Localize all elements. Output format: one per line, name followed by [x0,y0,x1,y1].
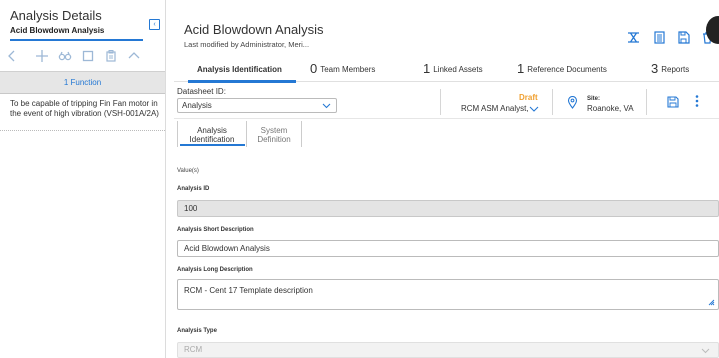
chevron-left-icon[interactable] [5,49,19,63]
save-as-icon[interactable] [677,31,690,44]
tab-team-members[interactable]: 0 Team Members [310,56,375,82]
location-pin-icon [567,95,578,109]
analysis-id-field[interactable]: 100 [177,200,719,217]
left-pane-subtitle: Acid Blowdown Analysis [10,26,105,35]
function-divider [0,130,165,131]
main-pane: Acid Blowdown Analysis Last modified by … [166,0,719,358]
binoculars-icon[interactable] [58,49,72,63]
left-pane: Analysis Details Acid Blowdown Analysis … [0,0,165,358]
datasheet-label: Datasheet ID: [177,87,226,96]
tab-analysis-identification[interactable]: Analysis Identification [194,56,282,82]
subtab-label: Definition [257,135,291,144]
subtab-label: Identification [189,135,235,144]
paste-icon[interactable] [104,49,118,63]
separator [552,89,553,115]
plus-icon[interactable] [35,49,49,63]
subtab-system-definition[interactable]: System Definition [247,121,302,147]
last-modified-text: Last modified by Administrator, Meri... [184,40,310,49]
long-description-field[interactable]: RCM - Cent 17 Template description [177,279,719,310]
report-icon[interactable] [653,31,666,44]
short-description-value: Acid Blowdown Analysis [184,244,270,253]
function-count-header[interactable]: 1 Function [0,71,165,94]
chevron-down-icon [701,346,710,355]
more-options-icon[interactable] [694,94,700,108]
section-label: Value(s) [177,168,199,174]
datasheet-subtabs: Analysis Identification System Definitio… [174,119,719,149]
long-description-label: Analysis Long Description [177,267,253,273]
chevron-down-icon [322,101,331,110]
copy-icon[interactable] [81,49,95,63]
tab-reports[interactable]: 3 Reports [651,56,689,82]
analysis-type-select[interactable]: RCM [177,342,719,358]
chevron-up-icon[interactable] [127,49,141,63]
collapse-pane-button[interactable]: ‹ [149,19,160,30]
subtab-label: System [260,126,288,135]
hierarchy-icon[interactable] [627,31,640,44]
site-value: Roanoke, VA [587,104,634,113]
page-title: Acid Blowdown Analysis [184,22,324,37]
tab-linked-assets[interactable]: 1 Linked Assets [423,56,483,82]
state-owner: RCM ASM Analyst, [461,104,529,113]
analysis-id-label: Analysis ID [177,186,210,192]
analysis-type-value: RCM [184,345,203,354]
separator [440,89,441,115]
active-tab-indicator [188,80,296,83]
datasheet-bar: Datasheet ID: Analysis Draft RCM ASM Ana… [174,85,719,119]
analysis-id-value: 100 [184,204,198,213]
separator [646,89,647,115]
site-label: Site: [587,96,601,102]
resize-handle-icon[interactable] [708,299,715,306]
chevron-down-icon[interactable] [529,101,539,112]
left-header: Analysis Details Acid Blowdown Analysis … [0,0,165,44]
analysis-type-label: Analysis Type [177,328,217,334]
save-icon[interactable] [667,95,679,108]
analysis-tabs: Analysis Identification 0 Team Members 1L… [174,56,719,83]
short-description-label: Analysis Short Description [177,227,254,233]
short-description-field[interactable]: Acid Blowdown Analysis [177,240,719,257]
left-toolbar [0,46,165,68]
function-list-item[interactable]: To be capable of tripping Fin Fan motor … [10,99,160,118]
long-description-value: RCM - Cent 17 Template description [184,286,313,295]
left-header-underline [10,39,143,41]
left-pane-title: Analysis Details [10,8,102,23]
tab-reference-documents[interactable]: 1 Reference Documents [517,56,607,82]
datasheet-select[interactable]: Analysis [177,98,337,113]
active-subtab-indicator [180,144,245,146]
subtab-label: Analysis [197,126,227,135]
datasheet-select-value: Analysis [182,101,212,110]
